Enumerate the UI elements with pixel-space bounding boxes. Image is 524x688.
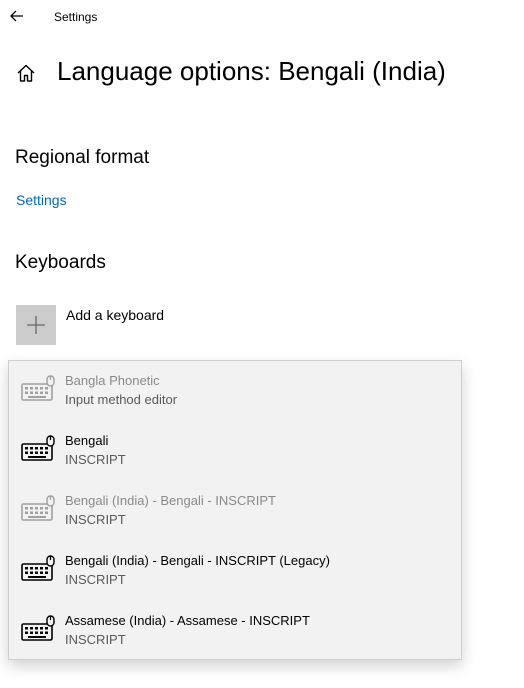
- back-button[interactable]: [6, 5, 28, 27]
- keyboard-option-assamese-india-inscript[interactable]: Assamese (India) - Assamese - INSCRIPT I…: [9, 601, 461, 661]
- plus-icon: [27, 316, 45, 334]
- keyboard-icon: [21, 375, 55, 401]
- title-bar: Settings: [0, 0, 524, 34]
- keyboard-icon: [21, 495, 55, 521]
- regional-format-heading: Regional format: [15, 147, 150, 168]
- keyboard-icon: [21, 615, 55, 641]
- keyboard-option-bengali-india-inscript[interactable]: Bengali (India) - Bengali - INSCRIPT INS…: [9, 481, 461, 541]
- keyboard-icon: [21, 435, 55, 461]
- keyboard-option-bengali[interactable]: Bengali INSCRIPT: [9, 421, 461, 481]
- home-button[interactable]: [14, 61, 38, 85]
- keyboard-option-name: Bengali: [65, 433, 109, 448]
- keyboard-option-type: INSCRIPT: [65, 452, 126, 467]
- keyboard-option-bangla-phonetic[interactable]: Bangla Phonetic Input method editor: [9, 361, 461, 421]
- keyboards-heading: Keyboards: [15, 252, 106, 273]
- keyboard-option-bengali-india-inscript-legacy[interactable]: Bengali (India) - Bengali - INSCRIPT (Le…: [9, 541, 461, 601]
- add-keyboard-label[interactable]: Add a keyboard: [66, 307, 164, 323]
- back-arrow-icon: [10, 10, 23, 22]
- add-keyboard-button[interactable]: [16, 305, 56, 345]
- keyboard-option-type: INSCRIPT: [65, 512, 126, 527]
- app-title: Settings: [54, 10, 98, 24]
- keyboard-option-name: Bangla Phonetic: [65, 373, 160, 388]
- keyboard-option-name: Assamese (India) - Assamese - INSCRIPT: [65, 613, 310, 628]
- keyboard-dropdown-list: Bangla Phonetic Input method editor Beng…: [8, 360, 462, 660]
- keyboard-option-name: Bengali (India) - Bengali - INSCRIPT (Le…: [65, 553, 330, 568]
- keyboard-icon: [21, 555, 55, 581]
- keyboard-option-type: INSCRIPT: [65, 572, 126, 587]
- home-icon: [17, 64, 35, 82]
- page-title: Language options: Bengali (India): [57, 56, 446, 86]
- regional-format-settings-link[interactable]: Settings: [16, 192, 67, 208]
- keyboard-option-type: Input method editor: [65, 392, 178, 407]
- keyboard-option-name: Bengali (India) - Bengali - INSCRIPT: [65, 493, 276, 508]
- keyboard-option-type: INSCRIPT: [65, 632, 126, 647]
